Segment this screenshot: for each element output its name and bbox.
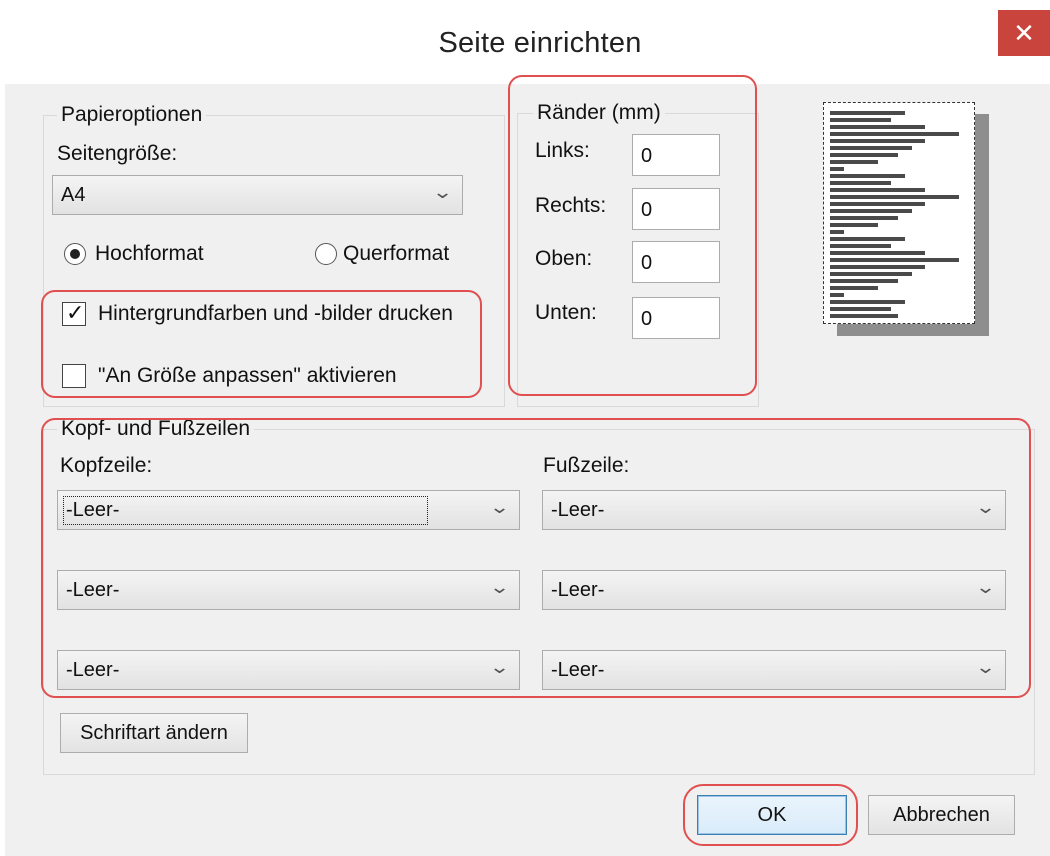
preview-text-line <box>830 167 844 171</box>
header-left-select[interactable]: -Leer- ⌄ <box>57 490 520 530</box>
bottom-margin-value: 0 <box>641 308 653 330</box>
page-setup-dialog: Seite einrichten ✕ Papieroptionen Seiten… <box>0 0 1050 856</box>
cancel-button[interactable]: Abbrechen <box>868 795 1015 835</box>
preview-text-line <box>830 307 891 311</box>
preview-text-line <box>830 153 898 157</box>
paper-options-legend: Papieroptionen <box>57 103 207 127</box>
print-background-label[interactable]: Hintergrundfarben und -bilder drucken <box>98 302 453 326</box>
bottom-margin-input[interactable]: 0 <box>632 297 720 339</box>
right-margin-value: 0 <box>641 199 653 221</box>
bottom-margin-label: Unten: <box>535 301 597 324</box>
chevron-down-icon: ⌄ <box>488 497 511 517</box>
chevron-down-icon: ⌄ <box>974 497 997 517</box>
preview-text-line <box>830 160 878 164</box>
footer-label: Fußzeile: <box>543 454 630 477</box>
preview-text-line <box>830 216 898 220</box>
preview-text-line <box>830 195 959 199</box>
footer-left-select[interactable]: -Leer- ⌄ <box>542 490 1006 530</box>
shrink-to-fit-checkbox[interactable] <box>62 364 86 388</box>
chevron-down-icon: ⌄ <box>974 577 997 597</box>
portrait-radio[interactable] <box>64 243 86 265</box>
header-right-select[interactable]: -Leer- ⌄ <box>57 650 520 690</box>
dialog-title: Seite einrichten <box>438 27 642 59</box>
preview-text-line <box>830 188 925 192</box>
preview-text-line <box>830 174 905 178</box>
checkmark-icon: ✓ <box>66 300 85 325</box>
headers-footers-legend: Kopf- und Fußzeilen <box>57 417 255 441</box>
preview-text-line <box>830 300 905 304</box>
title-bar: Seite einrichten ✕ <box>0 0 1050 84</box>
top-margin-label: Oben: <box>535 247 593 270</box>
preview-text-line <box>830 181 891 185</box>
portrait-label[interactable]: Hochformat <box>95 242 204 266</box>
footer-left-value: -Leer- <box>551 499 605 521</box>
footer-right-select[interactable]: -Leer- ⌄ <box>542 650 1006 690</box>
top-margin-value: 0 <box>641 252 653 274</box>
print-background-checkbox[interactable]: ✓ <box>62 300 86 326</box>
preview-text-line <box>830 230 844 234</box>
header-center-select[interactable]: -Leer- ⌄ <box>57 570 520 610</box>
preview-text-line <box>830 258 959 262</box>
preview-text-line <box>830 209 912 213</box>
chevron-down-icon: ⌄ <box>488 657 511 677</box>
preview-text-line <box>830 139 925 143</box>
preview-text-line <box>830 146 912 150</box>
preview-text-line <box>830 223 878 227</box>
preview-text-line <box>830 272 912 276</box>
left-margin-label: Links: <box>535 139 590 162</box>
right-margin-label: Rechts: <box>535 194 607 217</box>
landscape-radio[interactable] <box>315 243 337 265</box>
header-right-value: -Leer- <box>66 659 120 681</box>
shrink-to-fit-label[interactable]: "An Größe anpassen" aktivieren <box>98 364 397 388</box>
ok-button[interactable]: OK <box>697 795 847 835</box>
preview-text-line <box>830 237 905 241</box>
left-margin-value: 0 <box>641 145 653 167</box>
left-margin-input[interactable]: 0 <box>632 134 720 176</box>
preview-text-line <box>830 293 844 297</box>
footer-center-value: -Leer- <box>551 579 605 601</box>
landscape-label[interactable]: Querformat <box>343 242 449 266</box>
page-preview <box>823 102 989 336</box>
margins-legend: Ränder (mm) <box>533 101 665 125</box>
header-label: Kopfzeile: <box>60 454 153 477</box>
preview-text-line <box>830 286 878 290</box>
page-size-value: A4 <box>61 184 86 206</box>
change-font-button[interactable]: Schriftart ändern <box>60 713 248 753</box>
page-size-select[interactable]: A4 ⌄ <box>52 175 463 215</box>
close-icon: ✕ <box>1013 18 1035 48</box>
chevron-down-icon: ⌄ <box>431 182 454 202</box>
chevron-down-icon: ⌄ <box>974 657 997 677</box>
preview-text-line <box>830 132 959 136</box>
page-preview-sheet <box>823 102 975 324</box>
preview-text-line <box>830 111 905 115</box>
top-margin-input[interactable]: 0 <box>632 241 720 283</box>
preview-text-line <box>830 118 891 122</box>
right-margin-input[interactable]: 0 <box>632 188 720 230</box>
preview-text-line <box>830 202 925 206</box>
dialog-body: Papieroptionen Seitengröße: A4 ⌄ Hochfor… <box>5 84 1050 856</box>
chevron-down-icon: ⌄ <box>488 577 511 597</box>
header-center-value: -Leer- <box>66 579 120 601</box>
preview-text-line <box>830 279 898 283</box>
header-left-value: -Leer- <box>62 496 429 525</box>
preview-text-line <box>830 244 891 248</box>
preview-text-line <box>830 251 925 255</box>
close-button[interactable]: ✕ <box>998 10 1050 56</box>
page-size-label: Seitengröße: <box>57 142 178 165</box>
footer-center-select[interactable]: -Leer- ⌄ <box>542 570 1006 610</box>
preview-text-line <box>830 314 898 318</box>
footer-right-value: -Leer- <box>551 659 605 681</box>
preview-text-line <box>830 125 925 129</box>
preview-text-line <box>830 265 925 269</box>
